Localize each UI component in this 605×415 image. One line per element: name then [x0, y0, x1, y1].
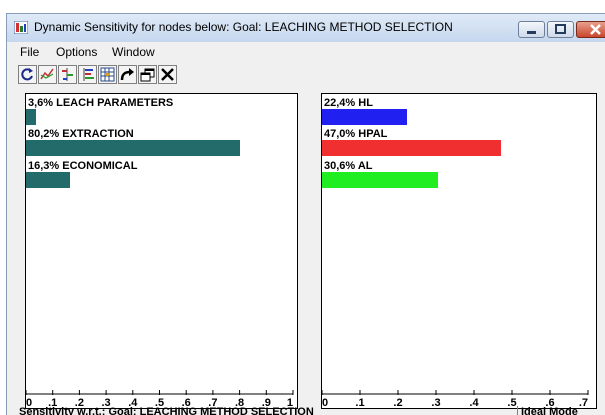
app-icon — [14, 21, 28, 34]
minimize-icon — [527, 31, 536, 34]
tick-label: .4 — [469, 397, 479, 408]
menu-options[interactable]: Options — [56, 45, 97, 59]
window-title: Dynamic Sensitivity for nodes below: Goa… — [34, 20, 453, 34]
sensitivity-window: Dynamic Sensitivity for nodes below: Goa… — [6, 13, 605, 415]
redo-button[interactable] — [118, 65, 137, 84]
bar-label: 47,0% HPAL — [324, 128, 388, 140]
refresh-button[interactable] — [18, 65, 37, 84]
bar-label: 80,2% EXTRACTION — [28, 128, 134, 140]
left-axis: 0.1.2.3.4.5.6.7.8.9 1 — [26, 390, 294, 408]
sensitivity-bar[interactable] — [322, 140, 501, 156]
maximize-icon — [555, 24, 566, 34]
menu-file[interactable]: File — [20, 45, 39, 59]
menu-bar: File Options Window — [7, 42, 605, 62]
tick-label: .1 — [355, 397, 364, 408]
maximize-button[interactable] — [547, 21, 574, 38]
graph-button[interactable] — [38, 65, 57, 84]
title-bar[interactable]: Dynamic Sensitivity for nodes below: Goa… — [7, 14, 605, 42]
tick-label: .7 — [579, 397, 588, 408]
grid-icon — [100, 67, 115, 82]
windows-icon — [140, 68, 155, 82]
bar-label: 16,3% ECONOMICAL — [28, 160, 138, 172]
right-axis: 0.1.2.3.4.5.6.7 — [322, 390, 589, 408]
bar-label: 22,4% HL — [324, 97, 373, 109]
sensitivity-bar[interactable] — [26, 140, 240, 156]
toolbar — [7, 62, 605, 87]
sort-button[interactable] — [58, 65, 77, 84]
redo-arrow-icon — [120, 68, 134, 81]
sensitivity-bar[interactable] — [322, 109, 407, 125]
tick-label: .2 — [393, 397, 402, 408]
bar-label: 30,6% AL — [324, 160, 373, 172]
status-bar: Sensitivity w.r.t.: Goal: LEACHING METHO… — [7, 406, 605, 415]
tick-label: .3 — [431, 397, 440, 408]
minimize-button[interactable] — [518, 21, 545, 38]
bar-label: 3,6% LEACH PARAMETERS — [28, 97, 174, 109]
windows-button[interactable] — [138, 65, 157, 84]
sensitivity-bar[interactable] — [26, 172, 70, 188]
tree-button[interactable] — [78, 65, 97, 84]
tick-label: .5 — [507, 397, 516, 408]
close-button[interactable] — [576, 21, 605, 38]
menu-window[interactable]: Window — [112, 45, 155, 59]
left-sensitivity-panel: 3,6% LEACH PARAMETERS 80,2% EXTRACTION 16,… — [25, 93, 298, 409]
sort-icon — [62, 68, 73, 81]
refresh-icon — [21, 68, 33, 81]
graph-icon — [40, 68, 54, 80]
sensitivity-bar[interactable] — [322, 172, 438, 188]
close-view-button[interactable] — [158, 65, 177, 84]
right-sensitivity-panel: 22,4% HL 47,0% HPAL 30,6% AL 0.1.2.3.4.5.6… — [321, 93, 597, 409]
grid-button[interactable] — [98, 65, 117, 84]
tick-label: 0 — [322, 397, 328, 408]
tree-icon — [83, 68, 94, 81]
close-icon — [590, 24, 601, 35]
sensitivity-bar[interactable] — [26, 109, 36, 125]
close-x-icon — [161, 68, 174, 81]
